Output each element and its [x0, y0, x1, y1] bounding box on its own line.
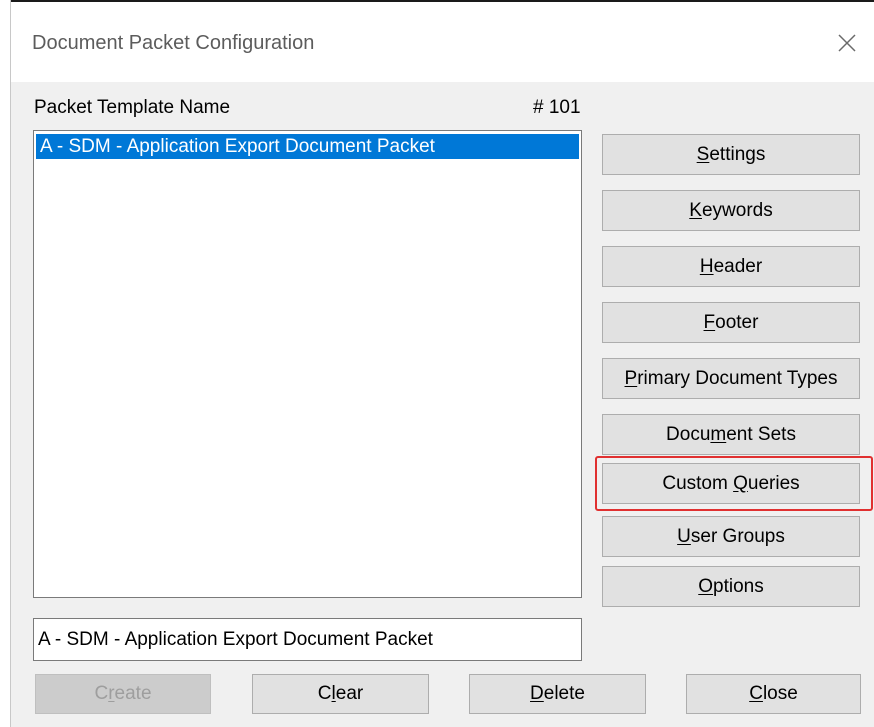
- document-sets-button[interactable]: Document Sets: [602, 414, 860, 455]
- delete-button[interactable]: Delete: [469, 674, 646, 714]
- keywords-button[interactable]: Keywords: [602, 190, 860, 231]
- dialog-window: Document Packet Configuration Packet Tem…: [0, 0, 874, 727]
- clear-button[interactable]: Clear: [252, 674, 429, 714]
- window-title: Document Packet Configuration: [32, 32, 315, 54]
- header-button-label: Header: [699, 255, 763, 277]
- close-button-label: Close: [749, 683, 798, 704]
- packet-template-name-label: Packet Template Name: [34, 97, 231, 118]
- packet-number-label: # 101: [533, 97, 581, 118]
- footer-button[interactable]: Footer: [602, 302, 860, 343]
- close-icon[interactable]: [832, 28, 862, 58]
- settings-button[interactable]: Settings: [602, 134, 860, 175]
- primary-document-types-button[interactable]: Primary Document Types: [602, 358, 860, 399]
- delete-button-label: Delete: [530, 683, 585, 704]
- clear-button-label: Clear: [317, 683, 364, 704]
- packet-name-input[interactable]: A - SDM - Application Export Document Pa…: [33, 618, 582, 661]
- create-button[interactable]: Create: [35, 674, 211, 714]
- settings-button-label: Settings: [696, 143, 766, 165]
- keywords-button-label: Keywords: [689, 199, 773, 221]
- packet-template-list[interactable]: A - SDM - Application Export Document Pa…: [33, 130, 582, 598]
- user-groups-button-label: User Groups: [677, 525, 785, 547]
- custom-queries-highlight: [595, 456, 873, 511]
- options-button[interactable]: Options: [602, 566, 860, 607]
- document-sets-button-label: Document Sets: [666, 423, 796, 445]
- user-groups-button[interactable]: User Groups: [602, 516, 860, 557]
- footer-button-label: Footer: [703, 311, 759, 333]
- primary-document-types-button-label: Primary Document Types: [624, 367, 838, 389]
- options-button-label: Options: [698, 575, 764, 597]
- list-item[interactable]: A - SDM - Application Export Document Pa…: [36, 134, 579, 159]
- title-bar: Document Packet Configuration: [11, 2, 874, 82]
- create-button-label: Create: [94, 683, 152, 704]
- window-left-edge: [0, 0, 11, 727]
- close-button[interactable]: Close: [686, 674, 861, 714]
- header-button[interactable]: Header: [602, 246, 860, 287]
